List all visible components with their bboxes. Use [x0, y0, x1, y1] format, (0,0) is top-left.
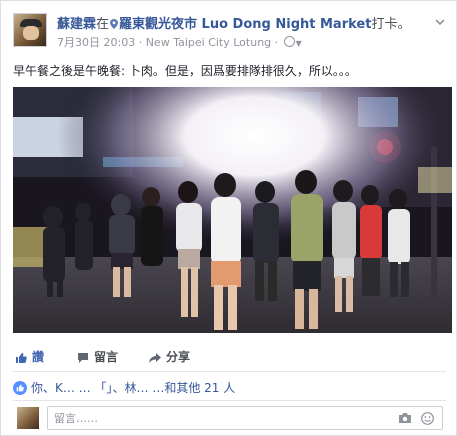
post-photo[interactable] — [13, 87, 452, 333]
like-label: 讚 — [32, 350, 45, 364]
like-badge-icon — [13, 381, 27, 395]
post-options-button[interactable] — [432, 13, 448, 29]
post-body: 早午餐之後是午晚餐: 卜肉。但是，因爲要排隊排很久，所以。。。 — [13, 64, 357, 78]
checkin-suffix: 打卡。 — [371, 17, 411, 32]
night-market-photo — [13, 87, 452, 333]
location-pin-icon — [110, 19, 119, 29]
emoji-icon[interactable] — [421, 412, 434, 425]
like-button[interactable]: 讚 — [15, 349, 44, 365]
post-location[interactable]: New Taipei City Lotung — [146, 36, 271, 49]
post-timestamp[interactable]: 7月30日 20:03 — [57, 36, 135, 49]
comment-button[interactable]: 留言 — [77, 349, 118, 365]
avatar-face — [23, 26, 39, 40]
camera-icon[interactable] — [398, 412, 412, 424]
viewer-avatar — [17, 407, 39, 429]
post-header: 蘇建霖在 羅東觀光夜市 Luo Dong Night Market打卡。 — [57, 13, 417, 32]
audience-caret-icon[interactable]: ▼ — [296, 39, 302, 48]
thumbs-up-icon — [16, 353, 27, 363]
place-link[interactable]: 羅東觀光夜市 Luo Dong Night Market — [119, 17, 371, 32]
comment-box[interactable] — [47, 406, 443, 430]
action-bar: 讚 留言 分享 — [1, 343, 457, 369]
globe-icon[interactable] — [283, 36, 295, 47]
divider — [13, 400, 446, 401]
comment-icon — [78, 353, 88, 363]
at-word: 在 — [96, 17, 110, 32]
author-name[interactable]: 蘇建霖 — [57, 17, 96, 32]
chevron-down-icon — [435, 19, 445, 26]
comment-input[interactable] — [54, 410, 374, 426]
meta-dot: · — [138, 36, 143, 49]
likes-summary[interactable]: 你、K… … 「」、林… …和其他 21 人 — [13, 379, 235, 397]
post-meta: 7月30日 20:03 · New Taipei City Lotung · ▼ — [57, 34, 302, 49]
share-icon — [149, 353, 161, 363]
likes-text: 你、K… … 「」、林… …和其他 21 人 — [31, 381, 236, 395]
meta-dot: · — [274, 36, 279, 49]
comment-composer — [13, 406, 446, 434]
share-label: 分享 — [166, 350, 191, 364]
divider — [13, 371, 446, 372]
author-avatar[interactable] — [13, 13, 47, 47]
comment-label: 留言 — [94, 350, 119, 364]
post-card: 蘇建霖在 羅東觀光夜市 Luo Dong Night Market打卡。 7月30… — [0, 0, 457, 436]
share-button[interactable]: 分享 — [149, 349, 190, 365]
